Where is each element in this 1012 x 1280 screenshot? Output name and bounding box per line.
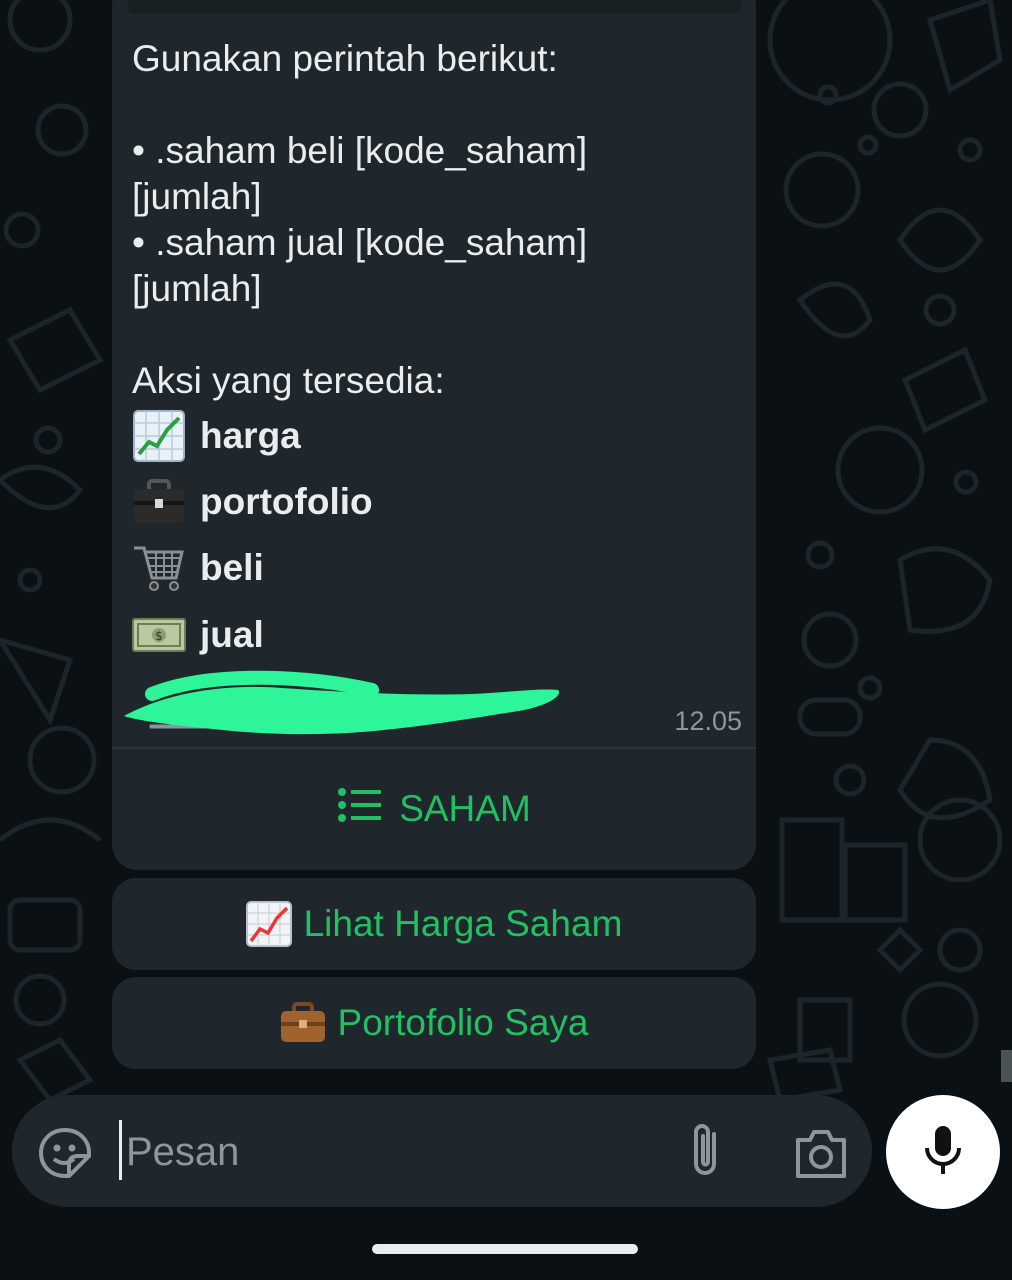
svg-text:$: $ [155, 629, 163, 643]
divider [112, 747, 756, 749]
microphone-icon [923, 1124, 963, 1181]
briefcase-icon [280, 1002, 326, 1044]
message-line: [jumlah] [132, 268, 262, 309]
camera-icon[interactable] [792, 1128, 850, 1180]
quick-reply-portofolio-saya[interactable]: Portofolio Saya [112, 977, 756, 1069]
message-line: Gunakan perintah berikut: [132, 38, 558, 79]
message-timestamp: 12.05 [674, 706, 742, 736]
message-line: [jumlah] [132, 176, 262, 217]
briefcase-icon [132, 475, 186, 529]
chart-increasing-icon [132, 409, 186, 463]
quick-reply-lihat-harga-saham[interactable]: Lihat Harga Saham [112, 878, 756, 970]
action-label: beli [200, 547, 264, 588]
message-body: Gunakan perintah berikut: • .saham beli … [132, 36, 732, 312]
action-item-beli: beli [132, 540, 264, 596]
action-item-harga: harga [132, 408, 301, 464]
message-top-edge [128, 0, 742, 14]
actions-title: Aksi yang tersedia: [132, 360, 445, 401]
message-line-blank [132, 82, 732, 128]
quick-reply-label: Portofolio Saya [337, 1002, 589, 1043]
message-line: • .saham jual [kode_saham] [132, 222, 588, 263]
action-label: portofolio [200, 481, 373, 522]
redaction-scribble [124, 670, 560, 735]
saham-list-label: SAHAM [399, 788, 531, 829]
action-label: harga [200, 415, 301, 456]
saham-list-button[interactable]: SAHAM [112, 750, 756, 868]
message-line: • .saham beli [kode_saham] [132, 130, 588, 171]
message-input[interactable] [124, 1120, 648, 1184]
paperclip-icon[interactable] [684, 1120, 728, 1182]
list-icon [337, 787, 382, 832]
shopping-cart-icon [132, 541, 186, 595]
action-item-portofolio: portofolio [132, 474, 373, 530]
microphone-button[interactable] [886, 1095, 1000, 1209]
quick-reply-label: Lihat Harga Saham [303, 903, 623, 944]
sticker-icon[interactable] [36, 1127, 94, 1179]
scroll-handle[interactable] [1001, 1050, 1012, 1082]
text-cursor [119, 1120, 122, 1180]
home-indicator[interactable] [372, 1244, 638, 1254]
chart-increasing-icon [245, 901, 292, 947]
